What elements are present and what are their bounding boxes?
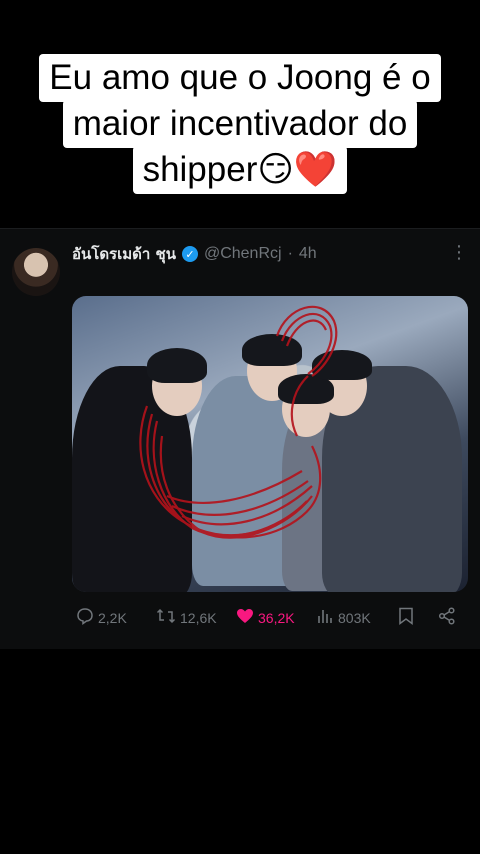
author-name[interactable]: อันโดรเมด้า ชุน (72, 242, 176, 266)
tweet-header: อันโดรเมด้า ชุน ✓ @ChenRcj · 4h (72, 242, 317, 266)
views-count: 803K (338, 610, 371, 626)
views-icon (316, 607, 334, 629)
reply-button[interactable]: 2,2K (76, 607, 127, 629)
tweet-photo[interactable] (72, 296, 468, 592)
views-button[interactable]: 803K (316, 607, 371, 629)
share-icon (438, 607, 456, 629)
retweet-button[interactable]: 12,6K (156, 607, 217, 629)
caption-line-3-text: shipper (142, 150, 258, 189)
video-caption: Eu amo que o Joong é o maior incentivado… (0, 54, 480, 194)
heart-icon (236, 607, 254, 629)
tweet-time[interactable]: 4h (299, 245, 317, 263)
avatar[interactable] (12, 248, 60, 296)
author-handle[interactable]: @ChenRcj (204, 245, 282, 263)
like-button[interactable]: 36,2K (236, 607, 295, 629)
bookmark-button[interactable] (398, 607, 414, 629)
reply-icon (76, 607, 94, 629)
red-heart-scribble (139, 305, 338, 539)
more-options-icon[interactable]: ⋮ (450, 242, 468, 263)
bookmark-icon (398, 607, 414, 629)
caption-line-3: shipper😏❤️ (132, 146, 348, 194)
caption-line-1: Eu amo que o Joong é o (39, 54, 441, 102)
caption-emojis: 😏❤️ (257, 150, 338, 190)
retweet-count: 12,6K (180, 610, 217, 626)
like-count: 36,2K (258, 610, 295, 626)
verified-badge-icon: ✓ (181, 246, 198, 262)
reply-count: 2,2K (98, 610, 127, 626)
caption-line-2: maior incentivador do (62, 100, 418, 148)
share-button[interactable] (438, 607, 456, 629)
separator-dot: · (287, 245, 293, 262)
tweet-actions: 2,2K 12,6K 36,2K 803K (72, 606, 468, 630)
retweet-icon (156, 607, 176, 629)
